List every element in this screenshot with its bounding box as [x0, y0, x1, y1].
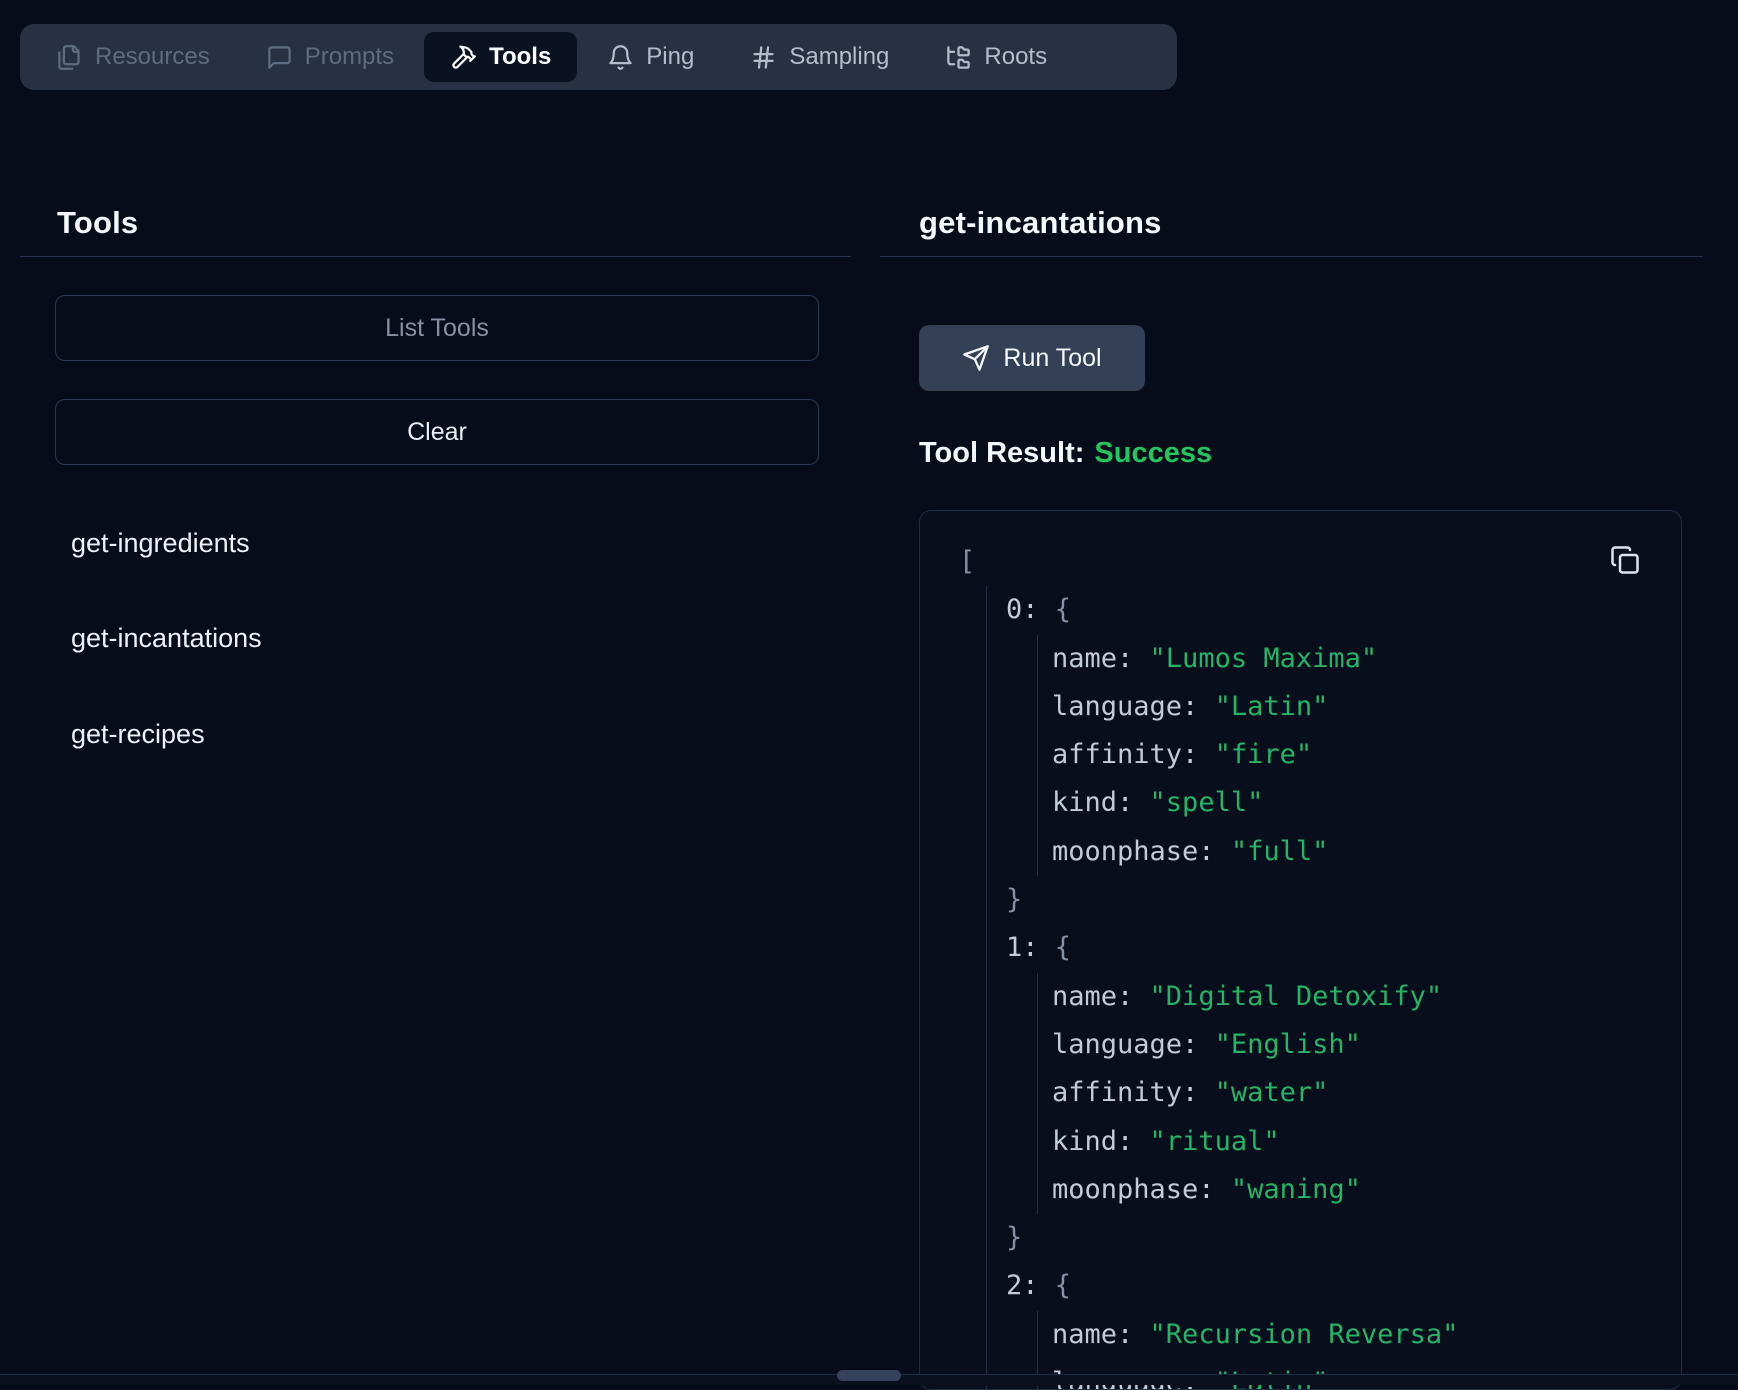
json-line: affinity: "water" — [1052, 1069, 1681, 1117]
tab-ping[interactable]: Ping — [581, 32, 720, 82]
json-value: "Latin" — [1215, 691, 1329, 722]
json-line: language: "Latin" — [1052, 683, 1681, 731]
tab-roots[interactable]: Roots — [919, 32, 1073, 82]
json-key: 1: — [1006, 932, 1039, 963]
tools-panel-title: Tools — [57, 205, 138, 241]
copy-icon — [1610, 545, 1644, 575]
json-brace: [ — [959, 546, 975, 577]
json-tree: [0: {name: "Lumos Maxima"language: "Lati… — [920, 511, 1681, 1390]
json-brace: } — [1006, 1222, 1022, 1253]
json-value: "full" — [1231, 836, 1329, 867]
tab-sampling[interactable]: Sampling — [724, 32, 915, 82]
json-line: name: "Digital Detoxify" — [1052, 973, 1681, 1021]
pane-resize-handle[interactable] — [837, 1370, 901, 1381]
folder-tree-icon — [945, 44, 972, 71]
json-line: moonphase: "full" — [1052, 828, 1681, 876]
json-brace: { — [1055, 1270, 1071, 1301]
tab-label: Resources — [95, 43, 210, 71]
tools-panel-divider — [20, 256, 851, 257]
hammer-icon — [450, 44, 477, 71]
json-line: affinity: "fire" — [1052, 731, 1681, 779]
tab-bar: Resources Prompts Tools Ping — [20, 24, 1177, 90]
json-key: name: — [1052, 981, 1133, 1012]
json-brace: { — [1055, 594, 1071, 625]
json-line: kind: "ritual" — [1052, 1118, 1681, 1166]
copy-button[interactable] — [1610, 543, 1644, 577]
run-tool-button[interactable]: Run Tool — [919, 325, 1145, 391]
tool-list-item-get-ingredients[interactable]: get-ingredients — [71, 521, 250, 565]
json-indent-guide: name: "Lumos Maxima"language: "Latin"aff… — [1037, 635, 1681, 876]
json-line: language: "English" — [1052, 1021, 1681, 1069]
json-line: 2: { — [1006, 1262, 1681, 1310]
tab-label: Prompts — [305, 43, 394, 71]
tool-result-json-panel: [0: {name: "Lumos Maxima"language: "Lati… — [919, 510, 1682, 1390]
json-value: "fire" — [1215, 739, 1313, 770]
json-key: affinity: — [1052, 1077, 1198, 1108]
tool-result-status: Success — [1094, 437, 1212, 469]
tab-label: Sampling — [789, 43, 889, 71]
tool-result-line: Tool Result: Success — [919, 437, 1212, 470]
json-key: language: — [1052, 691, 1198, 722]
json-value: "water" — [1215, 1077, 1329, 1108]
tab-resources[interactable]: Resources — [30, 32, 236, 82]
json-key: name: — [1052, 643, 1133, 674]
list-tools-button[interactable]: List Tools — [55, 295, 819, 361]
json-line: } — [1006, 876, 1681, 924]
json-key: name: — [1052, 1319, 1133, 1350]
result-panel-divider — [880, 256, 1703, 257]
tool-result-label: Tool Result: — [919, 437, 1084, 469]
json-line: } — [1006, 1214, 1681, 1262]
clear-button[interactable]: Clear — [55, 399, 819, 465]
hash-icon — [750, 44, 777, 71]
json-key: 2: — [1006, 1270, 1039, 1301]
json-value: "spell" — [1150, 787, 1264, 818]
json-line: 0: { — [1006, 586, 1681, 634]
json-key: kind: — [1052, 787, 1133, 818]
send-icon — [962, 344, 990, 372]
json-value: "Recursion Reversa" — [1150, 1319, 1459, 1350]
json-key: 0: — [1006, 594, 1039, 625]
json-key: moonphase: — [1052, 1174, 1215, 1205]
json-value: "English" — [1215, 1029, 1361, 1060]
json-line: moonphase: "waning" — [1052, 1166, 1681, 1214]
json-brace: } — [1006, 884, 1022, 915]
json-key: language: — [1052, 1029, 1198, 1060]
tool-list-item-get-recipes[interactable]: get-recipes — [71, 712, 205, 756]
json-value: "waning" — [1231, 1174, 1361, 1205]
json-key: kind: — [1052, 1126, 1133, 1157]
files-icon — [56, 44, 83, 71]
json-brace: { — [1055, 932, 1071, 963]
json-line: [ — [959, 538, 1681, 586]
json-line: 1: { — [1006, 924, 1681, 972]
message-square-icon — [266, 44, 293, 71]
json-indent-guide: 0: {name: "Lumos Maxima"language: "Latin… — [986, 586, 1681, 1390]
json-key: moonphase: — [1052, 836, 1215, 867]
tab-label: Ping — [646, 43, 694, 71]
bell-icon — [607, 44, 634, 71]
json-line: name: "Lumos Maxima" — [1052, 635, 1681, 683]
json-line: kind: "spell" — [1052, 779, 1681, 827]
json-value: "ritual" — [1150, 1126, 1280, 1157]
tab-label: Roots — [984, 43, 1047, 71]
json-value: "Lumos Maxima" — [1150, 643, 1378, 674]
tab-tools[interactable]: Tools — [424, 32, 577, 82]
selected-tool-title: get-incantations — [919, 205, 1162, 241]
tab-prompts[interactable]: Prompts — [240, 32, 420, 82]
json-indent-guide: name: "Digital Detoxify"language: "Engli… — [1037, 973, 1681, 1214]
json-key: affinity: — [1052, 739, 1198, 770]
json-line: name: "Recursion Reversa" — [1052, 1311, 1681, 1359]
tab-label: Tools — [489, 43, 551, 71]
run-tool-label: Run Tool — [1003, 344, 1101, 373]
json-value: "Digital Detoxify" — [1150, 981, 1443, 1012]
tool-list-item-get-incantations[interactable]: get-incantations — [71, 616, 262, 660]
